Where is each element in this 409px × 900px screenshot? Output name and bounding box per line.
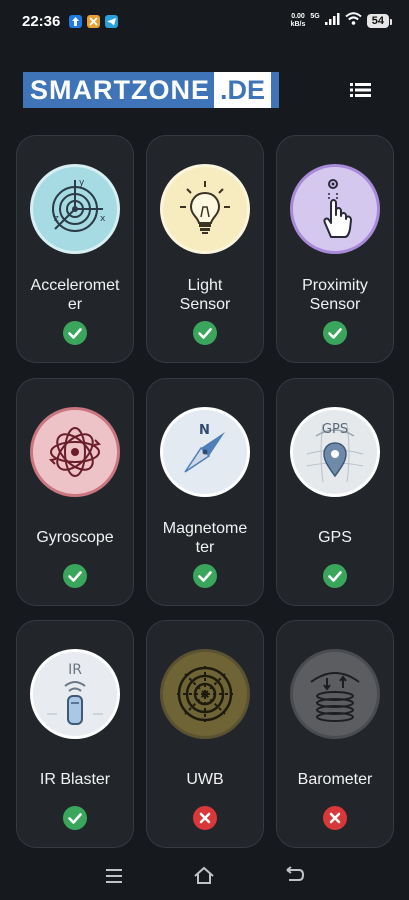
logo-text: SMARTZONE (23, 72, 214, 108)
recent-apps-button[interactable] (102, 864, 126, 888)
signal-icon (324, 12, 340, 30)
sensor-label: Gyroscope (36, 529, 114, 546)
network-speed: 0.00 kB/s (290, 13, 306, 28)
svg-text:z: z (54, 214, 59, 224)
gyroscope-orbit-icon (30, 407, 120, 497)
smartzone-logo[interactable]: SMARTZONE .DE (23, 72, 280, 108)
wifi-icon (345, 12, 362, 30)
check-icon (63, 806, 87, 830)
remote-control-icon: IR (30, 649, 120, 739)
home-icon (194, 866, 214, 884)
check-icon (63, 321, 87, 345)
sensor-label: Acceleromet er (30, 277, 120, 313)
check-icon (193, 564, 217, 588)
radar-icon (160, 649, 250, 739)
compass-icon: N (160, 407, 250, 497)
list-icon (350, 83, 371, 97)
check-icon (323, 321, 347, 345)
list-menu-button[interactable] (344, 78, 378, 102)
check-icon (63, 564, 87, 588)
check-icon (323, 564, 347, 588)
sensor-card-accelerometer[interactable]: y x z Acceleromet er (16, 135, 134, 363)
light-bulb-icon (160, 164, 250, 254)
battery-indicator: 54 (366, 14, 393, 28)
sensor-card-barometer[interactable]: Barometer (276, 620, 394, 848)
clock: 22:36 (22, 13, 61, 30)
back-icon (286, 866, 305, 881)
system-nav-bar (0, 856, 409, 896)
sensor-label: IR Blaster (39, 771, 111, 788)
svg-text:y: y (79, 178, 85, 188)
map-pin-icon: GPS (290, 407, 380, 497)
x-icon (323, 806, 347, 830)
upload-notification-icon (69, 15, 82, 28)
sensor-label: Magnetome ter (162, 520, 248, 556)
x-icon (193, 806, 217, 830)
sensor-card-uwb[interactable]: UWB (146, 620, 264, 848)
sensor-label: Proximity Sensor (302, 277, 368, 313)
sensor-card-gps[interactable]: GPS GPS (276, 378, 394, 606)
axes-target-icon: y x z (30, 164, 120, 254)
sensor-label: Barometer (297, 771, 373, 788)
sensor-label: Light Sensor (179, 277, 231, 313)
sensor-card-proximity-sensor[interactable]: Proximity Sensor (276, 135, 394, 363)
svg-text:x: x (100, 214, 106, 224)
telegram-notification-icon (105, 15, 118, 28)
sensor-card-magnetometer[interactable]: N Magnetome ter (146, 378, 264, 606)
sensor-card-light-sensor[interactable]: Light Sensor (146, 135, 264, 363)
status-bar: 22:36 0.00 kB/s 5G 54 (0, 0, 409, 44)
sensor-card-ir-blaster[interactable]: IR IR Blaster (16, 620, 134, 848)
logo-domain: .DE (214, 72, 272, 108)
pressure-coil-icon (290, 649, 380, 739)
svg-text:N: N (199, 423, 210, 438)
home-button[interactable] (192, 864, 216, 888)
check-icon (193, 321, 217, 345)
tools-notification-icon (87, 15, 100, 28)
network-type: 5G (310, 12, 320, 20)
gps-icon-text: GPS (321, 422, 349, 437)
sensor-label: UWB (186, 771, 224, 788)
menu-icon (106, 869, 122, 883)
sensor-card-gyroscope[interactable]: Gyroscope (16, 378, 134, 606)
back-button[interactable] (283, 864, 307, 888)
ir-icon-text: IR (68, 662, 82, 678)
sensor-label: GPS (318, 529, 352, 546)
hand-tap-icon (290, 164, 380, 254)
